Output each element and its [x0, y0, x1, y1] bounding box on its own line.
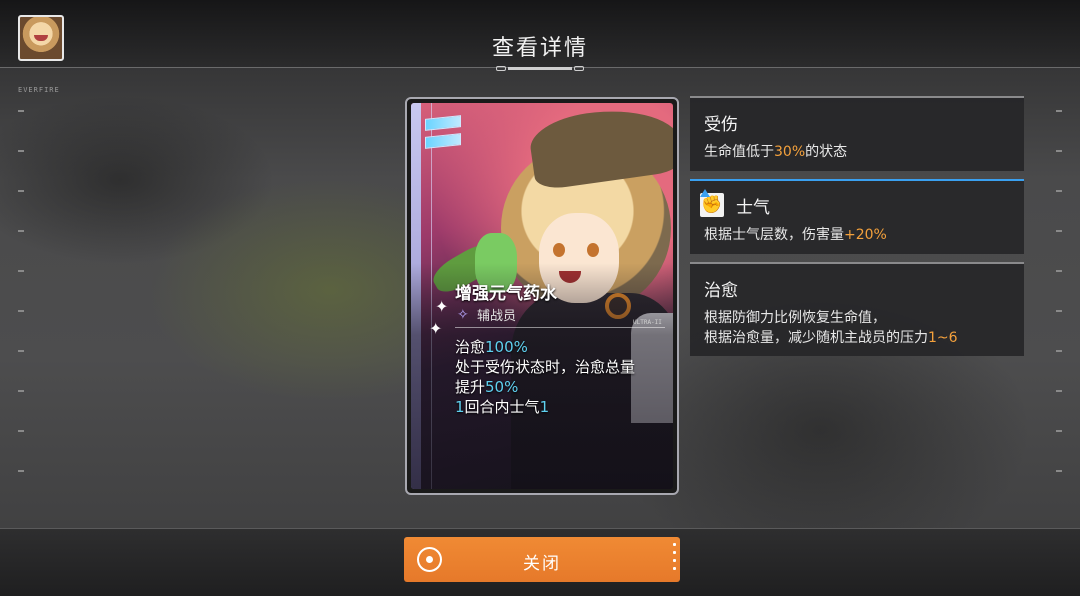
keyword-panel-injured: 受伤 生命值低于30%的状态 — [690, 96, 1024, 171]
background-label: EVERFIRE — [18, 86, 60, 94]
card-tab-top — [425, 115, 461, 131]
item-card: ✦ ✦ 增强元气药水 ✧ 辅战员 ULTRA-II 治愈100% 处于受伤状态时… — [405, 97, 679, 495]
morale-up-icon — [700, 189, 710, 197]
panel-body: 根据防御力比例恢复生命值， 根据治愈量，减少随机主战员的压力1~6 — [704, 310, 958, 346]
card-code: ULTRA-II — [633, 319, 662, 326]
top-bar: 查看详情 — [0, 0, 1080, 68]
sparkle-star-icon: ✧ — [457, 306, 469, 323]
item-card-art: ✦ ✦ 增强元气药水 ✧ 辅战员 ULTRA-II 治愈100% 处于受伤状态时… — [411, 103, 673, 489]
right-side-ticks — [1056, 110, 1062, 490]
desc-line-3: 提升50% — [455, 378, 519, 396]
item-role-label: 辅战员 — [477, 309, 517, 324]
page-title: 查看详情 — [491, 36, 588, 61]
left-side-ticks — [18, 110, 24, 490]
card-divider — [455, 327, 665, 328]
panel-body: 根据士气层数，伤害量+20% — [704, 227, 887, 243]
sparkle-icon: ✦ — [429, 319, 443, 338]
close-button-label: 关闭 — [523, 554, 561, 574]
card-tab-bottom — [425, 133, 461, 149]
item-name: 增强元气药水 — [455, 284, 557, 304]
item-description: 治愈100% 处于受伤状态时，治愈总量 提升50% 1回合内士气1 — [455, 337, 673, 417]
panel-title: 治愈 — [704, 281, 738, 301]
panel-body: 生命值低于30%的状态 — [704, 144, 848, 160]
desc-line-4: 1回合内士气1 — [455, 398, 550, 416]
desc-line-1: 治愈100% — [455, 338, 528, 356]
dots-decoration — [673, 543, 676, 575]
sparkle-icon: ✦ — [435, 297, 449, 316]
panel-title: 士气 — [736, 198, 770, 218]
keyword-panel-heal: 治愈 根据防御力比例恢复生命值， 根据治愈量，减少随机主战员的压力1~6 — [690, 262, 1024, 356]
desc-line-2: 处于受伤状态时，治愈总量 — [455, 358, 636, 376]
title-decoration — [490, 66, 590, 72]
item-role: ✧ 辅战员 — [457, 305, 517, 325]
keyword-panel-morale: ✊ 士气 根据士气层数，伤害量+20% — [690, 179, 1024, 254]
panel-title: 受伤 — [704, 115, 738, 135]
close-button[interactable]: 关闭 — [404, 537, 680, 582]
